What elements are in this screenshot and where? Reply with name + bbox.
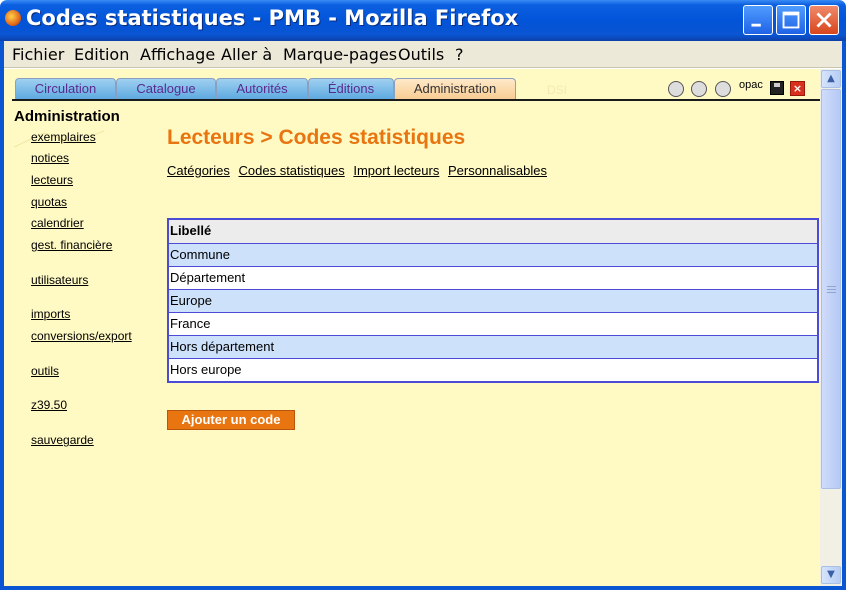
tab-autorites[interactable]: Autorités <box>216 78 308 100</box>
menu-aller-a[interactable]: Aller à <box>221 45 272 64</box>
codes-table: Libellé Commune Département Europe Franc… <box>167 218 819 383</box>
scroll-thumb[interactable] <box>821 89 841 489</box>
close-icon <box>816 12 832 28</box>
maximize-icon <box>782 11 800 29</box>
sidebar-item-utilisateurs[interactable]: utilisateurs <box>31 273 88 287</box>
maximize-button[interactable] <box>776 5 806 35</box>
firefox-icon <box>5 10 21 26</box>
sidebar-item-conversions-export[interactable]: conversions/export <box>31 329 132 343</box>
menu-affichage[interactable]: Affichage <box>140 45 215 64</box>
tab-underline <box>12 99 820 101</box>
sublink-categories[interactable]: Catégories <box>167 163 230 178</box>
save-icon[interactable] <box>770 81 784 95</box>
sublink-codes-statistiques[interactable]: Codes statistiques <box>239 163 345 178</box>
sublink-import-lecteurs[interactable]: Import lecteurs <box>353 163 439 178</box>
window-frame-bottom <box>0 586 846 590</box>
tab-strip: Circulation Catalogue Autorités Éditions… <box>4 69 820 103</box>
opac-link[interactable]: opac <box>739 79 763 91</box>
table-row[interactable]: Hors département <box>169 335 817 358</box>
sidebar-item-sauvegarde[interactable]: sauvegarde <box>31 433 94 447</box>
table-header-libelle: Libellé <box>169 220 817 243</box>
scroll-down-icon[interactable]: ▼ <box>821 566 841 584</box>
window-frame-right <box>842 41 846 590</box>
menu-help[interactable]: ? <box>455 45 464 64</box>
sidebar-item-notices[interactable]: notices <box>31 151 69 165</box>
menu-edition[interactable]: Edition <box>74 45 129 64</box>
menubar: Fichier Edition Affichage Aller à Marque… <box>0 41 846 102</box>
menu-fichier[interactable]: Fichier <box>12 45 64 64</box>
table-row[interactable]: France <box>169 312 817 335</box>
add-code-button[interactable]: Ajouter un code <box>167 410 295 430</box>
table-row[interactable]: Europe <box>169 289 817 312</box>
table-row[interactable]: Hors europe <box>169 358 817 381</box>
sublink-personnalisables[interactable]: Personnalisables <box>448 163 547 178</box>
menu-outils[interactable]: Outils <box>398 45 444 64</box>
help-icon[interactable] <box>691 81 707 97</box>
settings-icon[interactable] <box>715 81 731 97</box>
tab-catalogue[interactable]: Catalogue <box>116 78 216 100</box>
sidebar-item-outils[interactable]: outils <box>31 364 59 378</box>
sidebar-item-imports[interactable]: imports <box>31 307 70 321</box>
sidebar-item-quotas[interactable]: quotas <box>31 195 67 209</box>
sidebar-item-z3950[interactable]: z39.50 <box>31 398 67 412</box>
tab-dsi-ghost: DSI <box>547 83 568 97</box>
grip-icon <box>827 286 836 294</box>
tab-editions[interactable]: Éditions <box>308 78 394 100</box>
sidebar-item-lecteurs[interactable]: lecteurs <box>31 173 73 187</box>
close-button[interactable] <box>809 5 839 35</box>
table-row[interactable]: Commune <box>169 243 817 266</box>
page-content: Circulation Catalogue Autorités Éditions… <box>4 69 820 586</box>
minimize-button[interactable] <box>743 5 773 35</box>
tab-administration[interactable]: Administration <box>394 78 516 101</box>
clock-icon[interactable] <box>668 81 684 97</box>
sub-navigation: Catégories Codes statistiques Import lec… <box>167 163 552 178</box>
menu-marque-pages[interactable]: Marque-pages <box>283 45 397 64</box>
sidebar-title: Administration <box>14 108 120 125</box>
page-title: Lecteurs > Codes statistiques <box>167 126 466 149</box>
logout-icon[interactable]: × <box>790 81 805 96</box>
minimize-icon <box>751 23 761 27</box>
tab-circulation[interactable]: Circulation <box>15 78 116 100</box>
sidebar-item-exemplaires[interactable]: exemplaires <box>31 130 96 144</box>
scroll-up-icon[interactable]: ▲ <box>821 70 841 88</box>
window-titlebar[interactable]: Codes statistiques - PMB - Mozilla Firef… <box>0 0 846 41</box>
sidebar-item-gest-financiere[interactable]: gest. financière <box>31 238 112 252</box>
table-row[interactable]: Département <box>169 266 817 289</box>
sidebar-item-calendrier[interactable]: calendrier <box>31 216 84 230</box>
vertical-scrollbar[interactable]: ▲ ▼ <box>820 69 842 586</box>
window-title: Codes statistiques - PMB - Mozilla Firef… <box>26 6 519 30</box>
